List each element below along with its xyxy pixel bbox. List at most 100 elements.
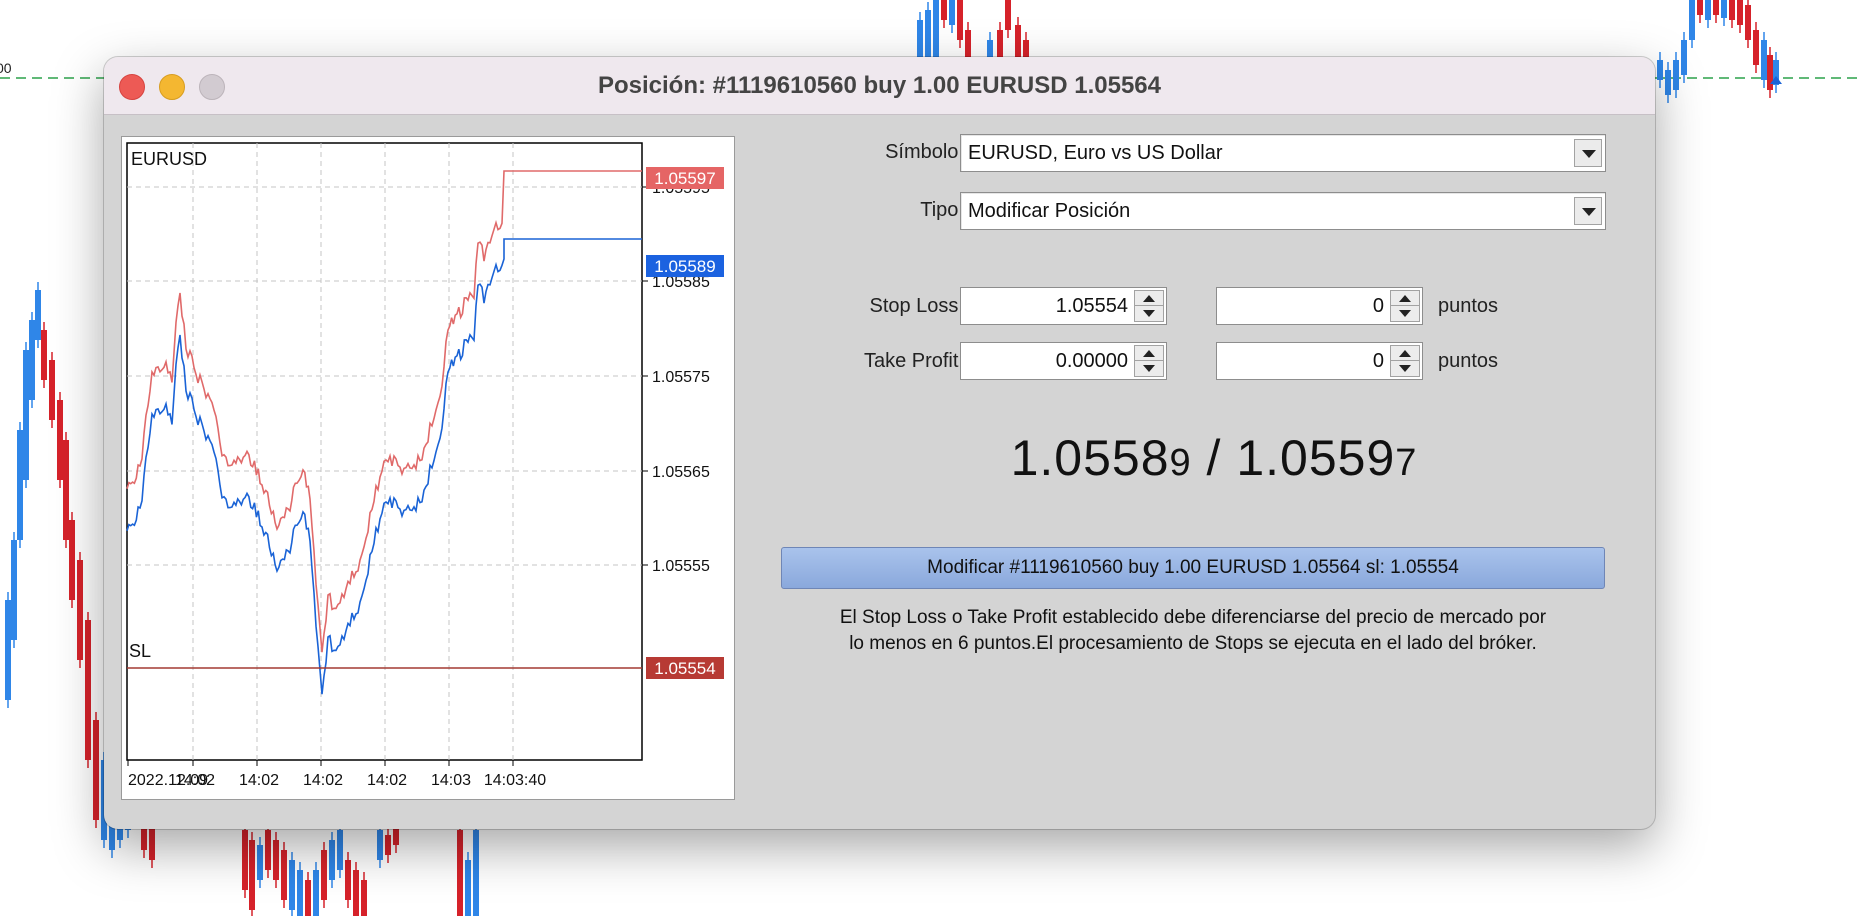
symbol-select[interactable]: EURUSD, Euro vs US Dollar — [960, 134, 1606, 172]
background-candle-body — [321, 850, 327, 900]
background-candle-body — [57, 400, 63, 480]
minimize-window-button[interactable] — [159, 74, 185, 100]
chart-symbol: EURUSD — [131, 149, 207, 169]
background-candle-body — [385, 835, 391, 855]
position-dialog: Posición: #1119610560 buy 1.00 EURUSD 1.… — [104, 57, 1655, 829]
symbol-label: Símbolo: — [885, 141, 964, 163]
stop-loss-points-unit: puntos — [1438, 295, 1499, 317]
price-preview-chart: EURUSD SL 1.055951.055851.055751.055651.… — [121, 136, 735, 800]
zoom-window-button[interactable] — [199, 74, 225, 100]
background-candle-body — [917, 20, 923, 57]
background-candle-body — [17, 430, 23, 540]
arrow-up-icon[interactable] — [1399, 350, 1411, 357]
time-tick-label: 14:03:40 — [484, 772, 546, 789]
stop-loss-points-input[interactable]: 0 — [1216, 287, 1423, 325]
background-candle-body — [949, 0, 955, 25]
stop-loss-points-value: 0 — [1372, 295, 1384, 317]
background-candle-body — [465, 860, 471, 916]
price-tick-label: 1.05555 — [652, 558, 710, 575]
background-candle-body — [242, 830, 248, 890]
background-candle-body — [1681, 40, 1687, 75]
take-profit-points-stepper[interactable] — [1390, 345, 1420, 377]
ask-price-last-digit: 7 — [1395, 442, 1418, 484]
time-tick-label: 14:02 — [367, 772, 407, 789]
background-candle-body — [457, 830, 463, 916]
background-candle-body — [361, 880, 367, 916]
chevron-down-icon[interactable] — [1574, 197, 1602, 225]
time-tick-label: 14:02 — [239, 772, 279, 789]
background-candle-body — [41, 330, 47, 380]
background-candle-body — [5, 600, 11, 700]
background-candle-body — [1005, 0, 1011, 30]
type-select-value: Modificar Posición — [968, 200, 1131, 222]
background-candle-body — [1697, 0, 1703, 15]
background-candle-body — [1665, 70, 1671, 95]
arrow-down-icon[interactable] — [1143, 365, 1155, 372]
background-candle-body — [941, 0, 947, 20]
stop-loss-value: 1.05554 — [1055, 295, 1128, 317]
background-candle-body — [997, 30, 1003, 57]
background-candle-body — [1023, 40, 1029, 57]
arrow-down-icon[interactable] — [1399, 310, 1411, 317]
background-candle-body — [1721, 0, 1727, 18]
time-axis: 2022.12.0914:02 14:02 14:02 14:02 14:03 14:03… — [127, 760, 546, 789]
arrow-up-icon[interactable] — [1143, 350, 1155, 357]
arrow-down-icon[interactable] — [1143, 310, 1155, 317]
background-candle-body — [35, 290, 41, 340]
price-preview-svg: EURUSD SL 1.055951.055851.055751.055651.… — [126, 142, 724, 789]
background-candle-body — [305, 880, 311, 916]
background-candle-body — [265, 830, 271, 870]
close-window-button[interactable] — [119, 74, 145, 100]
stop-loss-input[interactable]: 1.05554 — [960, 287, 1167, 325]
type-label: Tipo: — [920, 199, 964, 221]
arrow-up-icon[interactable] — [1143, 295, 1155, 302]
background-candle-body — [63, 440, 69, 540]
background-candle-body — [957, 0, 963, 40]
stop-loss-points-stepper[interactable] — [1390, 290, 1420, 322]
stops-notice: El Stop Loss o Take Profit establecido d… — [781, 605, 1605, 657]
take-profit-stepper[interactable] — [1134, 345, 1164, 377]
background-candle-body — [377, 830, 383, 860]
time-tick-label: 14:02 — [175, 772, 215, 789]
chevron-down-icon[interactable] — [1574, 139, 1602, 167]
background-candle-body — [1737, 0, 1743, 25]
background-candle-body — [297, 870, 303, 916]
background-candle-body — [1657, 60, 1663, 80]
background-candle-body — [249, 840, 255, 910]
background-candle-body — [77, 560, 83, 660]
arrow-up-icon[interactable] — [1399, 295, 1411, 302]
background-candle-body — [473, 830, 479, 916]
background-candle-body — [1745, 5, 1751, 40]
price-tick-label: 1.05565 — [652, 464, 710, 481]
background-candle-body — [273, 840, 279, 880]
background-candle-body — [49, 360, 55, 420]
arrow-down-icon[interactable] — [1399, 365, 1411, 372]
background-candle-body — [289, 860, 295, 910]
symbol-select-value: EURUSD, Euro vs US Dollar — [968, 142, 1223, 164]
stop-loss-stepper[interactable] — [1134, 290, 1164, 322]
background-candle-body — [85, 620, 91, 760]
background-candle-body — [1673, 60, 1679, 90]
background-candle-body — [29, 320, 35, 400]
background-candle-body — [1713, 0, 1719, 15]
price-axis: 1.055951.055851.055751.055651.05555 — [642, 180, 710, 575]
ask-price-main: 1.0559 — [1236, 430, 1396, 486]
quote-separator: / — [1191, 430, 1237, 486]
bid-price-main: 1.0558 — [1010, 430, 1170, 486]
type-select[interactable]: Modificar Posición — [960, 192, 1606, 230]
title-bar[interactable]: Posición: #1119610560 buy 1.00 EURUSD 1.… — [104, 57, 1655, 115]
background-candle-body — [353, 870, 359, 916]
background-candle-body — [257, 845, 263, 880]
background-candle-body — [329, 840, 335, 880]
take-profit-points-input[interactable]: 0 — [1216, 342, 1423, 380]
stop-loss-label: Stop Loss: — [869, 295, 964, 317]
bid-price-tag-label: 1.05589 — [654, 257, 715, 276]
bid-price-last-digit: 9 — [1169, 442, 1192, 484]
background-candle-body — [1015, 25, 1021, 57]
background-candle-body — [987, 40, 993, 57]
take-profit-input[interactable]: 0.00000 — [960, 342, 1167, 380]
modify-position-button[interactable]: Modificar #1119610560 buy 1.00 EURUSD 1.… — [781, 547, 1605, 589]
price-tick-label: 1.05575 — [652, 369, 710, 386]
time-tick-label: 14:02 — [303, 772, 343, 789]
take-profit-value: 0.00000 — [1055, 350, 1128, 372]
